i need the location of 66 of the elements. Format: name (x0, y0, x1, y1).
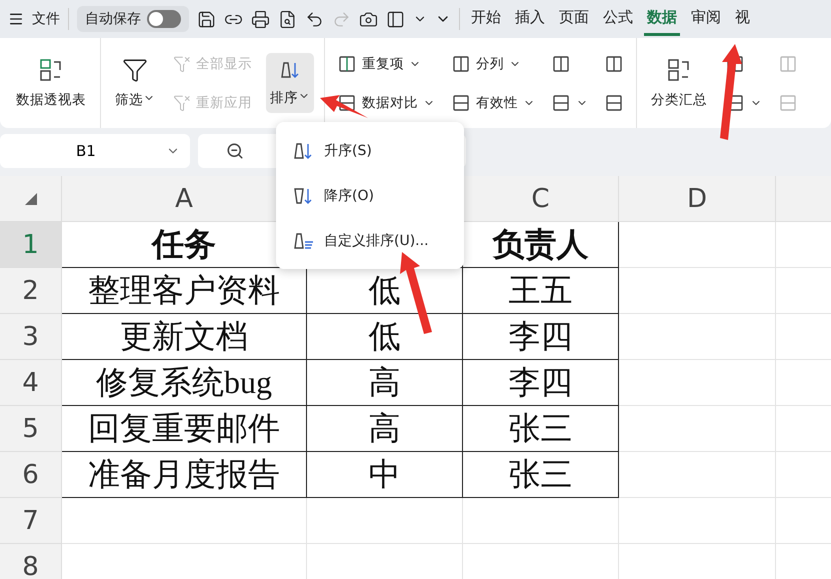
select-all-corner[interactable] (0, 176, 62, 222)
ribbon-button[interactable]: 数据对比 (335, 88, 437, 116)
row-header[interactable]: 7 (0, 498, 62, 544)
grid-icon (666, 57, 692, 83)
table-cell: 李四 (463, 314, 619, 360)
zoom-icon[interactable] (226, 142, 244, 160)
filter-icon (122, 57, 148, 83)
menu-icon[interactable] (8, 11, 24, 27)
save-icon[interactable] (197, 10, 216, 28)
ribbon-button[interactable]: 分类汇总 (647, 51, 711, 115)
ribbon-tab[interactable]: 视 (732, 2, 753, 36)
document-icon (337, 92, 357, 112)
triangle-icon (24, 192, 38, 206)
ribbon-tab[interactable]: 页面 (556, 2, 592, 36)
table-cell: 回复重要邮件 (62, 406, 307, 452)
row-header[interactable]: 2 (0, 268, 62, 314)
column-header[interactable]: C (463, 176, 619, 222)
autosave-toggle[interactable] (147, 10, 181, 28)
table-cell: 高 (307, 360, 463, 406)
autosave-label: 自动保存 (85, 10, 141, 28)
table-icon (604, 92, 624, 112)
table-icon (778, 92, 798, 112)
ribbon-tab[interactable]: 插入 (512, 2, 548, 36)
ribbon-button[interactable]: 分列 (449, 50, 537, 78)
row-header[interactable]: 6 (0, 452, 62, 498)
table-cell: 修复系统bug (62, 360, 307, 406)
row-header[interactable]: 5 (0, 406, 62, 452)
file-menu[interactable]: 文件 (32, 10, 60, 28)
row-header[interactable]: 4 (0, 360, 62, 406)
printer-icon[interactable] (251, 10, 270, 28)
table-cell: 张三 (463, 406, 619, 452)
ribbon-button[interactable]: 排序 (266, 53, 314, 113)
menu-item[interactable]: 升序(S) (276, 128, 464, 173)
ribbon-tab[interactable]: 审阅 (688, 2, 724, 36)
table-cell: 高 (307, 406, 463, 452)
column-header[interactable]: D (619, 176, 776, 222)
table-icon (778, 54, 798, 74)
ribbon-button[interactable]: 重复项 (335, 50, 437, 78)
table-cell: 李四 (463, 360, 619, 406)
filter-clear-icon (173, 94, 191, 112)
row-header[interactable]: 3 (0, 314, 62, 360)
ribbon-button[interactable]: 数据透视表 (12, 51, 90, 115)
ribbon-tab[interactable]: 公式 (600, 2, 636, 36)
table-icon (604, 54, 624, 74)
columns-icon (451, 54, 471, 74)
table-cell: 更新文档 (62, 314, 307, 360)
columns-icon (451, 92, 471, 112)
pivot-table-icon (38, 57, 64, 83)
table-cell: 王五 (463, 268, 619, 314)
row-header[interactable]: 1 (0, 222, 62, 268)
undo-icon[interactable] (305, 10, 324, 28)
row-header[interactable]: 8 (0, 544, 62, 579)
document-icon (337, 54, 357, 74)
ribbon-button[interactable]: 有效性 (449, 88, 537, 116)
camera-icon[interactable] (359, 10, 378, 28)
name-box[interactable]: B1 (0, 134, 190, 168)
filter-clear-icon (173, 54, 191, 72)
layout-icon[interactable] (386, 10, 405, 28)
table-cell: 中 (307, 452, 463, 498)
ribbon-button[interactable]: 筛选 (111, 51, 159, 115)
table-cell: 张三 (463, 452, 619, 498)
ribbon-tab[interactable]: 开始 (468, 2, 504, 36)
table-icon (551, 54, 571, 74)
table-icon (551, 92, 571, 112)
table-cell: 准备月度报告 (62, 452, 307, 498)
print-preview-icon[interactable] (278, 10, 297, 28)
